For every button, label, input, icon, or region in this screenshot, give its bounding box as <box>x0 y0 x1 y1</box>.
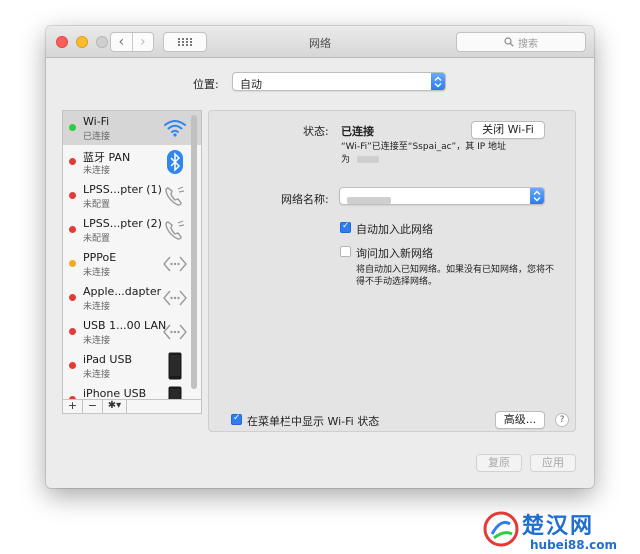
search-icon <box>504 37 514 47</box>
status-label: 状态: <box>303 125 329 138</box>
service-item[interactable]: USB 1...00 LAN 未连接 <box>63 315 201 349</box>
ethernet-icon <box>161 284 189 312</box>
auto-join-checkbox[interactable] <box>340 221 351 233</box>
ask-to-join-description-line2: 得不手动选择网络。 <box>356 277 438 287</box>
apply-button[interactable]: 应用 <box>530 454 576 472</box>
add-service-button[interactable]: + <box>63 400 83 413</box>
status-description-line2: 为 <box>341 154 379 167</box>
show-in-menubar-checkbox[interactable] <box>231 413 242 425</box>
status-dot <box>69 328 76 335</box>
show-in-menubar-label: 在菜单栏中显示 Wi-Fi 状态 <box>247 415 380 428</box>
service-name: iPad USB <box>83 353 132 366</box>
remove-service-button[interactable]: − <box>83 400 103 413</box>
service-item[interactable]: Apple...dapter 未连接 <box>63 281 201 315</box>
popup-arrows-icon <box>530 188 544 204</box>
network-name-popup[interactable] <box>339 187 545 205</box>
watermark-title: 楚汉网 <box>522 514 595 539</box>
service-name: Apple...dapter <box>83 285 162 298</box>
service-item[interactable]: iPad USB 未连接 <box>63 349 201 383</box>
ip-address-redacted <box>356 156 379 163</box>
service-list-items: Wi-Fi 已连接 蓝牙 PAN 未连接 LPSS...pter (1) 未配置 LPSS.… <box>63 111 201 401</box>
status-description-prefix: 为 <box>341 155 351 165</box>
service-status: 未连接 <box>83 268 111 278</box>
search-placeholder: 搜索 <box>518 38 538 50</box>
network-name-redacted <box>347 193 391 206</box>
ask-to-join-checkbox[interactable] <box>340 246 351 257</box>
service-name: LPSS...pter (1) <box>83 183 162 196</box>
service-name: Wi-Fi <box>83 115 110 128</box>
status-description-line1: “Wi-Fi”已连接至“Sspai_ac”，其 IP 地址 <box>341 142 507 152</box>
service-status: 已连接 <box>83 132 111 142</box>
service-status: 未连接 <box>83 166 111 176</box>
service-list-scrollbar[interactable] <box>191 115 197 389</box>
service-name: PPPoE <box>83 251 117 264</box>
ask-to-join-label: 询问加入新网络 <box>356 247 433 260</box>
wifi-detail-panel: 状态: 已连接 关闭 Wi-Fi “Wi-Fi”已连接至“Sspai_ac”，其… <box>208 110 576 432</box>
status-dot <box>69 294 76 301</box>
location-popup[interactable]: 自动 <box>232 72 446 91</box>
service-status: 未连接 <box>83 370 111 380</box>
phone-icon <box>161 182 189 210</box>
device-icon <box>161 352 189 380</box>
status-dot <box>69 362 76 369</box>
service-name: LPSS...pter (2) <box>83 217 162 230</box>
status-dot <box>69 226 76 233</box>
gear-menu-button[interactable]: ✱▾ <box>103 400 127 413</box>
service-list: Wi-Fi 已连接 蓝牙 PAN 未连接 LPSS...pter (1) 未配置 LPSS.… <box>62 110 202 414</box>
phone-icon <box>161 216 189 244</box>
popup-arrows-icon <box>431 73 445 90</box>
advanced-button[interactable]: 高级... <box>495 411 545 429</box>
status-value: 已连接 <box>341 125 374 138</box>
service-item[interactable]: LPSS...pter (1) 未配置 <box>63 179 201 213</box>
title-bar: ‹ › 网络 搜索 <box>46 26 594 58</box>
status-dot <box>69 192 76 199</box>
ethernet-icon <box>161 250 189 278</box>
bluetooth-icon <box>161 148 189 176</box>
service-status: 未连接 <box>83 336 111 346</box>
watermark-url: hubei88.com <box>530 538 618 552</box>
network-preferences-window: ‹ › 网络 搜索 位置: 自动 Wi-Fi 已连接 蓝牙 PAN 未连接 LP… <box>46 26 594 488</box>
turn-off-wifi-button[interactable]: 关闭 Wi-Fi <box>471 121 545 139</box>
service-item[interactable]: 蓝牙 PAN 未连接 <box>63 145 201 179</box>
auto-join-label: 自动加入此网络 <box>356 223 433 236</box>
ethernet-icon <box>161 318 189 346</box>
network-name-label: 网络名称: <box>281 193 329 206</box>
status-dot <box>69 158 76 165</box>
status-dot <box>69 260 76 267</box>
service-item[interactable]: PPPoE 未连接 <box>63 247 201 281</box>
service-item[interactable]: Wi-Fi 已连接 <box>63 111 201 145</box>
watermark-logo-icon <box>483 511 519 547</box>
service-list-toolbar: + − ✱▾ <box>63 399 201 413</box>
location-value: 自动 <box>240 78 262 91</box>
revert-button[interactable]: 复原 <box>476 454 522 472</box>
search-input[interactable]: 搜索 <box>456 32 586 52</box>
wifi-icon <box>161 114 189 142</box>
service-status: 未配置 <box>83 234 111 244</box>
status-dot <box>69 124 76 131</box>
service-item[interactable]: LPSS...pter (2) 未配置 <box>63 213 201 247</box>
service-name: USB 1...00 LAN <box>83 319 167 332</box>
help-button[interactable]: ? <box>555 413 569 427</box>
service-status: 未配置 <box>83 200 111 210</box>
location-label: 位置: <box>193 78 219 91</box>
service-status: 未连接 <box>83 302 111 312</box>
watermark: 楚汉网 hubei88.com <box>482 508 638 554</box>
